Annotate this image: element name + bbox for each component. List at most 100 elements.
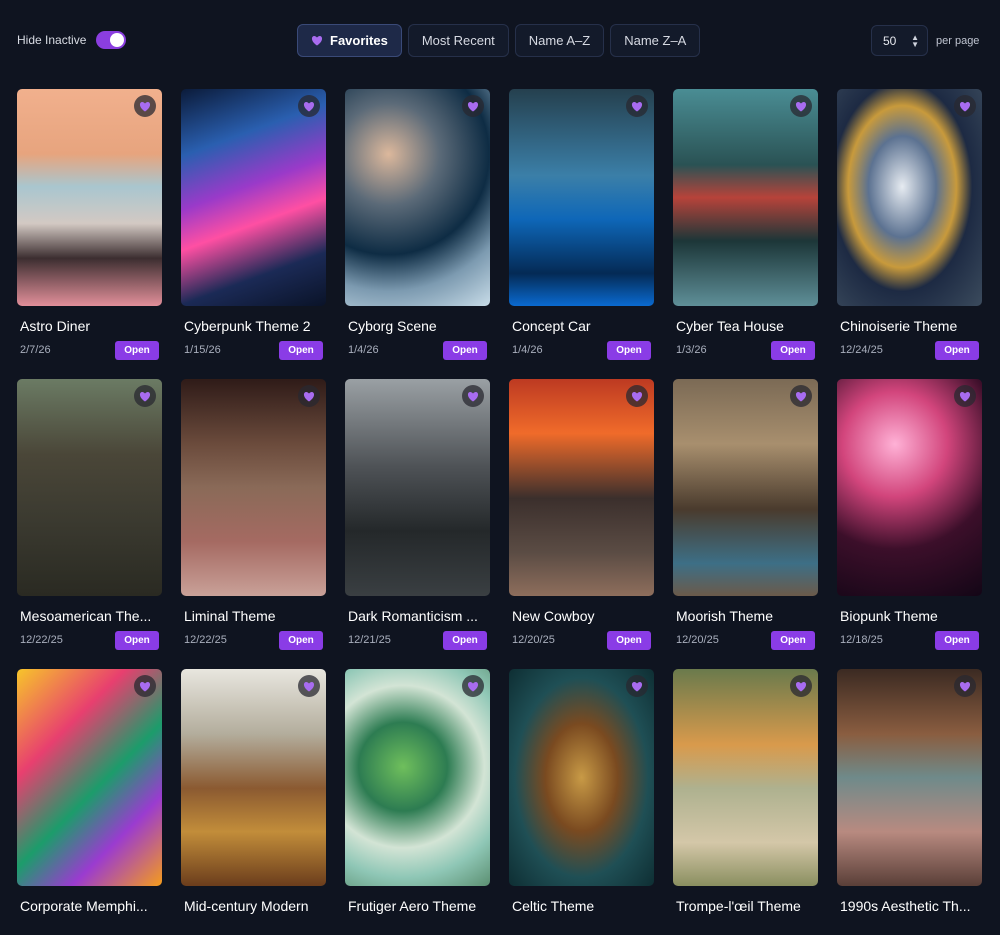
- theme-card[interactable]: Cyberpunk Theme 2 1/15/26 Open: [181, 89, 326, 360]
- theme-thumbnail[interactable]: [17, 89, 162, 306]
- open-button[interactable]: Open: [279, 631, 323, 650]
- favorite-button[interactable]: [462, 675, 484, 697]
- favorite-button[interactable]: [790, 675, 812, 697]
- theme-card[interactable]: Chinoiserie Theme 12/24/25 Open: [837, 89, 982, 360]
- favorite-button[interactable]: [462, 95, 484, 117]
- theme-thumbnail[interactable]: [673, 669, 818, 886]
- favorite-button[interactable]: [134, 385, 156, 407]
- hide-inactive-control[interactable]: Hide Inactive: [17, 31, 127, 49]
- open-button[interactable]: Open: [443, 341, 487, 360]
- theme-thumbnail[interactable]: [837, 379, 982, 596]
- heart-icon: [631, 101, 643, 111]
- theme-thumbnail[interactable]: [181, 89, 326, 306]
- theme-card[interactable]: Frutiger Aero Theme: [345, 669, 490, 935]
- favorite-button[interactable]: [626, 675, 648, 697]
- heart-icon: [959, 681, 971, 691]
- open-button[interactable]: Open: [115, 631, 159, 650]
- theme-card[interactable]: Mid-century Modern: [181, 669, 326, 935]
- favorite-button[interactable]: [954, 385, 976, 407]
- heart-icon: [631, 681, 643, 691]
- open-button[interactable]: Open: [279, 341, 323, 360]
- theme-card[interactable]: Cyber Tea House 1/3/26 Open: [673, 89, 818, 360]
- favorite-button[interactable]: [134, 675, 156, 697]
- open-button[interactable]: Open: [935, 631, 979, 650]
- theme-title: Cyber Tea House: [676, 318, 784, 334]
- favorite-button[interactable]: [298, 385, 320, 407]
- theme-title: Trompe-l'œil Theme: [676, 898, 801, 914]
- theme-card[interactable]: Astro Diner 2/7/26 Open: [17, 89, 162, 360]
- theme-card[interactable]: Cyborg Scene 1/4/26 Open: [345, 89, 490, 360]
- theme-card[interactable]: Concept Car 1/4/26 Open: [509, 89, 654, 360]
- favorite-button[interactable]: [298, 675, 320, 697]
- theme-card[interactable]: Corporate Memphi...: [17, 669, 162, 935]
- heart-icon: [303, 101, 315, 111]
- theme-date: 12/22/25: [184, 634, 227, 646]
- theme-date: 1/4/26: [348, 344, 379, 356]
- theme-card[interactable]: Dark Romanticism ... 12/21/25 Open: [345, 379, 490, 650]
- toolbar: Hide Inactive Favorites Most Recent Name…: [0, 0, 1000, 80]
- open-button[interactable]: Open: [771, 341, 815, 360]
- favorite-button[interactable]: [626, 95, 648, 117]
- theme-title: Moorish Theme: [676, 608, 774, 624]
- theme-thumbnail[interactable]: [837, 669, 982, 886]
- sort-most-recent-button[interactable]: Most Recent: [407, 24, 509, 57]
- heart-icon: [467, 101, 479, 111]
- favorite-button[interactable]: [298, 95, 320, 117]
- theme-thumbnail[interactable]: [509, 89, 654, 306]
- theme-thumbnail[interactable]: [181, 379, 326, 596]
- heart-icon: [467, 391, 479, 401]
- heart-icon: [959, 101, 971, 111]
- theme-thumbnail[interactable]: [837, 89, 982, 306]
- theme-date: 1/4/26: [512, 344, 543, 356]
- open-button[interactable]: Open: [771, 631, 815, 650]
- theme-card[interactable]: Biopunk Theme 12/18/25 Open: [837, 379, 982, 650]
- sort-name-asc-button[interactable]: Name A–Z: [514, 24, 605, 57]
- per-page-select[interactable]: 50 ▲ ▼: [871, 25, 928, 56]
- theme-thumbnail[interactable]: [509, 379, 654, 596]
- favorite-button[interactable]: [626, 385, 648, 407]
- hide-inactive-toggle[interactable]: [96, 31, 127, 49]
- theme-date: 2/7/26: [20, 344, 51, 356]
- theme-date: 12/20/25: [676, 634, 719, 646]
- favorite-button[interactable]: [954, 95, 976, 117]
- favorite-button[interactable]: [790, 95, 812, 117]
- open-button[interactable]: Open: [935, 341, 979, 360]
- theme-thumbnail[interactable]: [17, 379, 162, 596]
- toggle-knob: [110, 33, 125, 47]
- open-button[interactable]: Open: [443, 631, 487, 650]
- sort-name-desc-button[interactable]: Name Z–A: [610, 24, 701, 57]
- theme-thumbnail[interactable]: [17, 669, 162, 886]
- theme-thumbnail[interactable]: [673, 89, 818, 306]
- theme-thumbnail[interactable]: [181, 669, 326, 886]
- theme-card[interactable]: New Cowboy 12/20/25 Open: [509, 379, 654, 650]
- sort-options: Favorites Most Recent Name A–Z Name Z–A: [297, 24, 701, 57]
- theme-card[interactable]: Moorish Theme 12/20/25 Open: [673, 379, 818, 650]
- theme-card[interactable]: Celtic Theme: [509, 669, 654, 935]
- favorite-button[interactable]: [462, 385, 484, 407]
- sort-favorites-button[interactable]: Favorites: [297, 24, 402, 57]
- heart-icon: [795, 391, 807, 401]
- theme-thumbnail[interactable]: [345, 89, 490, 306]
- open-button[interactable]: Open: [607, 341, 651, 360]
- favorite-button[interactable]: [954, 675, 976, 697]
- theme-title: Corporate Memphi...: [20, 898, 148, 914]
- theme-title: Celtic Theme: [512, 898, 595, 914]
- open-button[interactable]: Open: [115, 341, 159, 360]
- theme-thumbnail[interactable]: [509, 669, 654, 886]
- open-button[interactable]: Open: [607, 631, 651, 650]
- theme-thumbnail[interactable]: [673, 379, 818, 596]
- theme-thumbnail[interactable]: [345, 669, 490, 886]
- sort-most-recent-label: Most Recent: [421, 33, 495, 48]
- favorite-button[interactable]: [790, 385, 812, 407]
- theme-card[interactable]: 1990s Aesthetic Th...: [837, 669, 982, 935]
- theme-thumbnail[interactable]: [345, 379, 490, 596]
- theme-card[interactable]: Trompe-l'œil Theme: [673, 669, 818, 935]
- theme-title: Cyborg Scene: [348, 318, 437, 334]
- theme-title: Liminal Theme: [184, 608, 276, 624]
- theme-card[interactable]: Liminal Theme 12/22/25 Open: [181, 379, 326, 650]
- theme-card[interactable]: Mesoamerican The... 12/22/25 Open: [17, 379, 162, 650]
- favorite-button[interactable]: [134, 95, 156, 117]
- heart-icon: [139, 681, 151, 691]
- per-page-label: per page: [936, 34, 980, 47]
- theme-date: 1/15/26: [184, 344, 221, 356]
